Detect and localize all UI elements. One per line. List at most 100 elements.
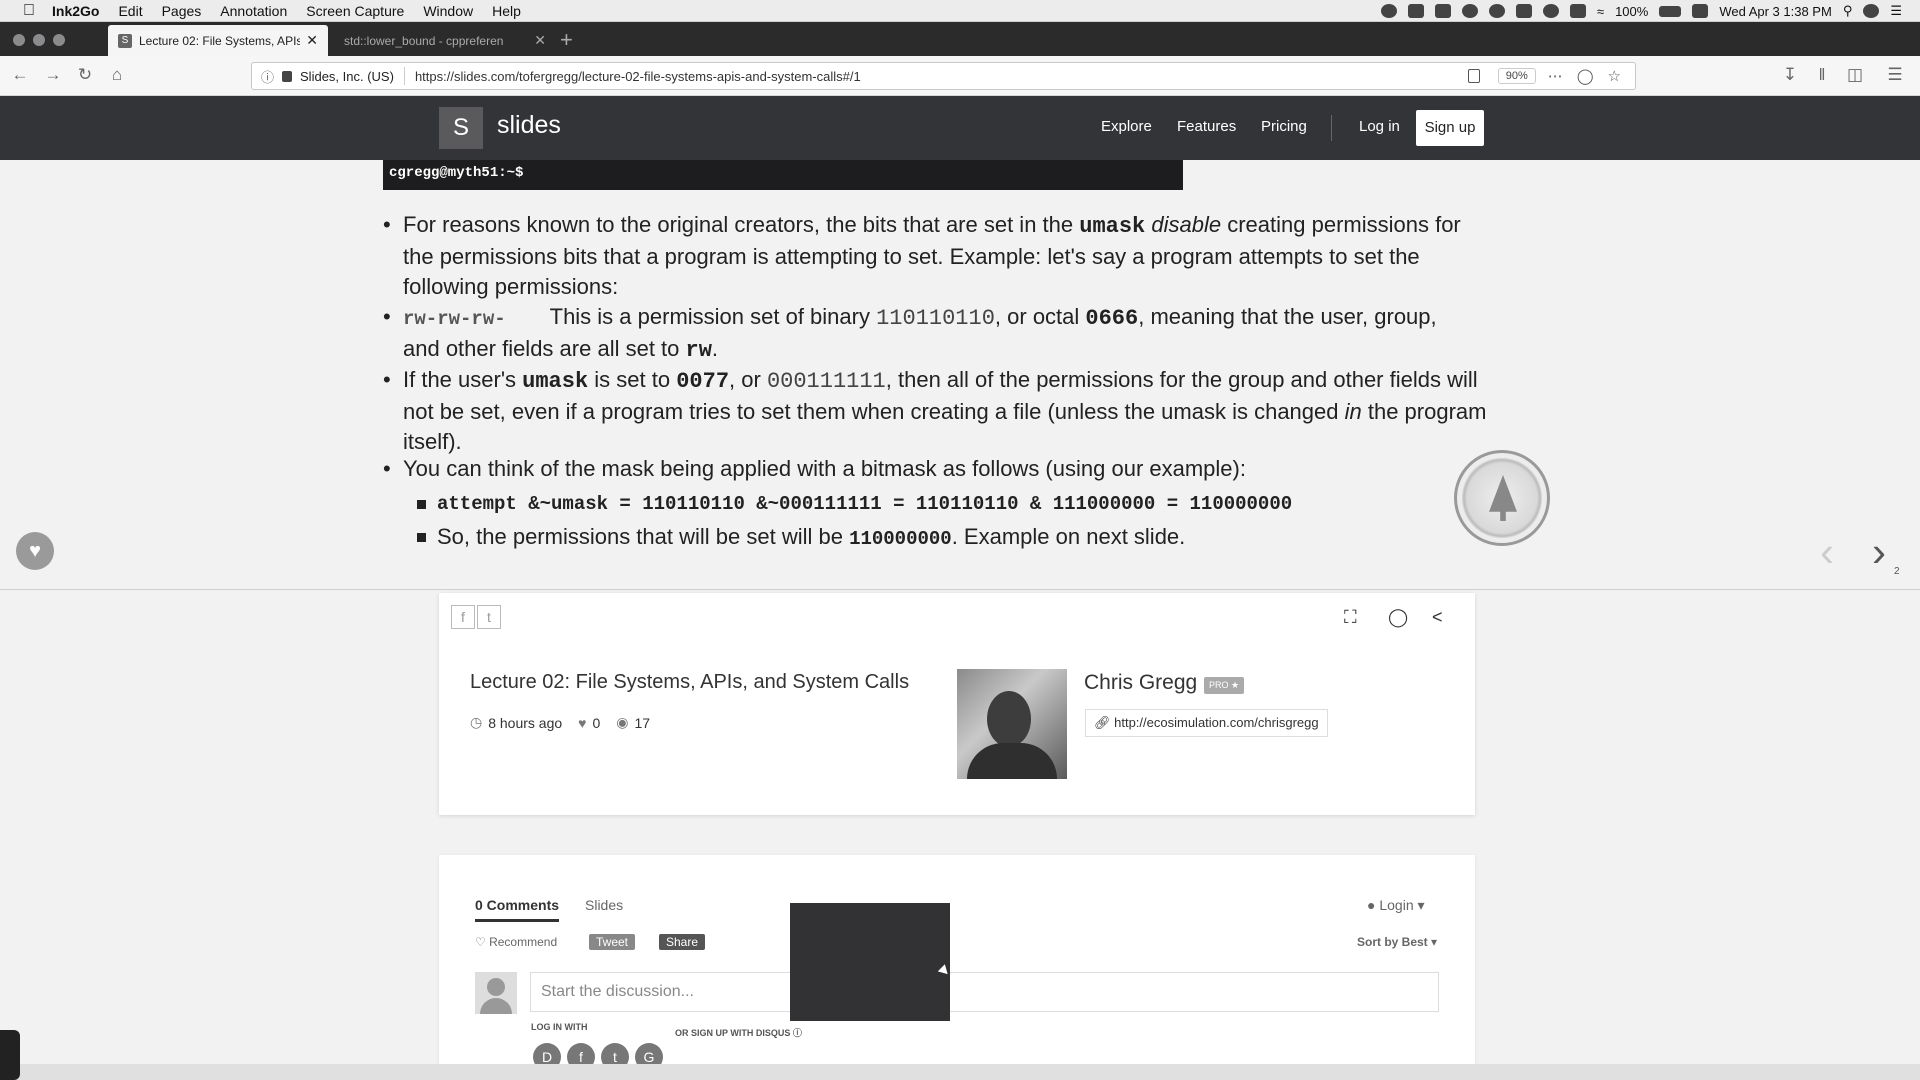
signup-button[interactable]: Sign up: [1416, 110, 1484, 146]
browser-tabbar: S Lecture 02: File Systems, APIs, ✕ std:…: [0, 22, 1920, 56]
status-dot-icon[interactable]: [1542, 4, 1559, 18]
cloud-icon[interactable]: [1461, 4, 1478, 18]
airplay-icon[interactable]: [1569, 4, 1586, 18]
library-icon[interactable]: ‖: [1811, 64, 1833, 86]
comments-panel: 0 Comments Slides ● Login ▾ ♡ Recommend …: [439, 855, 1475, 1080]
stanford-seal-logo: [1454, 450, 1550, 546]
tab-comments[interactable]: 0 Comments: [475, 897, 560, 922]
menu-annotation[interactable]: Annotation: [220, 3, 287, 19]
sort-dropdown[interactable]: Sort by Best ▾: [1357, 935, 1437, 949]
sync-icon[interactable]: [1488, 4, 1505, 18]
menu-app-name[interactable]: Ink2Go: [52, 3, 99, 19]
close-window-icon[interactable]: [13, 34, 25, 46]
clock[interactable]: Wed Apr 3 1:38 PM: [1719, 4, 1832, 19]
fullscreen-icon[interactable]: ⛶: [1344, 607, 1357, 628]
downloads-icon[interactable]: ↧: [1779, 64, 1801, 86]
app-tray-icon[interactable]: [1434, 4, 1451, 18]
twitter-icon[interactable]: t: [477, 605, 501, 629]
sidebar-icon[interactable]: ◫: [1844, 64, 1866, 86]
forward-icon[interactable]: →: [42, 64, 64, 86]
wifi-icon[interactable]: ≈: [1597, 4, 1604, 19]
info-icon[interactable]: ⓘ: [261, 67, 274, 86]
deck-title[interactable]: Lecture 02: File Systems, APIs, and Syst…: [470, 671, 909, 694]
bookmark-star-icon[interactable]: ☆: [1608, 67, 1621, 85]
menu-hamburger-icon[interactable]: ☰: [1884, 64, 1906, 86]
menu-screen-capture[interactable]: Screen Capture: [306, 3, 404, 19]
pro-badge: PRO ★: [1204, 677, 1245, 694]
nav-explore[interactable]: Explore: [1101, 118, 1152, 135]
apple-icon[interactable]: : [20, 2, 38, 20]
bullet-dot: •: [383, 212, 391, 237]
menu-pages[interactable]: Pages: [162, 3, 202, 19]
siri-icon[interactable]: [1863, 4, 1880, 18]
more-actions-icon[interactable]: ⋯: [1548, 67, 1563, 85]
help-icon[interactable]: ⓘ: [790, 1028, 802, 1038]
spotlight-icon[interactable]: ⚲: [1843, 3, 1853, 19]
share-icon[interactable]: <: [1432, 607, 1443, 628]
close-tab-icon[interactable]: ✕: [306, 32, 318, 49]
author-name[interactable]: Chris Gregg: [1084, 671, 1197, 695]
seal-tree: [1489, 475, 1517, 521]
minimize-window-icon[interactable]: [33, 34, 45, 46]
share-button[interactable]: Share: [659, 934, 706, 950]
tab-slides[interactable]: Slides: [585, 897, 623, 913]
recommend-button[interactable]: ♡ Recommend: [475, 935, 557, 949]
reload-icon[interactable]: ↻: [74, 64, 96, 86]
slide-viewport: cgregg@myth51:~$ • For reasons known to …: [0, 160, 1920, 590]
bullet-bitmask: • You can think of the mask being applie…: [383, 454, 1503, 484]
notification-icon[interactable]: [1692, 4, 1709, 18]
dropbox-icon[interactable]: [1407, 4, 1424, 18]
record-icon[interactable]: [1380, 4, 1397, 18]
comment-icon[interactable]: ◯: [1388, 607, 1408, 628]
author-link[interactable]: 🔗︎ http://ecosimulation.com/chrisgregg: [1085, 709, 1328, 737]
new-tab-icon[interactable]: +: [560, 27, 573, 53]
menu-window[interactable]: Window: [423, 3, 473, 19]
tweet-button[interactable]: Tweet: [589, 934, 636, 950]
terminal-snippet: cgregg@myth51:~$: [383, 160, 1183, 190]
clock-icon: ◷: [470, 714, 483, 730]
back-icon[interactable]: ←: [9, 64, 31, 86]
slides-logo-icon[interactable]: S: [439, 107, 483, 149]
menu-help[interactable]: Help: [492, 3, 521, 19]
tray-app-icon[interactable]: [1515, 4, 1532, 18]
heart-icon[interactable]: ♥: [578, 715, 586, 731]
slides-logo-text[interactable]: slides: [497, 111, 561, 140]
user-circle-icon: ●: [1367, 897, 1380, 913]
tab-lecture[interactable]: S Lecture 02: File Systems, APIs, ✕: [108, 25, 328, 56]
avatar-body: [967, 743, 1057, 779]
overlay-popup[interactable]: [790, 903, 950, 1021]
zoom-level[interactable]: 90%: [1497, 68, 1536, 84]
home-icon[interactable]: ⌂: [106, 64, 128, 86]
deck-time: 8 hours ago: [488, 714, 563, 731]
facebook-icon[interactable]: f: [451, 605, 475, 629]
reader-view-icon[interactable]: [1467, 69, 1480, 83]
like-heart-icon[interactable]: ♥: [16, 532, 54, 570]
pocket-icon[interactable]: ◯: [1577, 67, 1594, 85]
bottom-strip: [0, 1064, 1920, 1080]
bullet-dot: •: [383, 367, 391, 392]
nav-divider: [1331, 115, 1332, 141]
menu-edit[interactable]: Edit: [118, 3, 142, 19]
address-bar[interactable]: ⓘ Slides, Inc. (US) https://slides.com/t…: [251, 62, 1636, 90]
deck-info-card: f t ⛶ ◯ < Lecture 02: File Systems, APIs…: [439, 593, 1475, 815]
url-text[interactable]: https://slides.com/tofergregg/lecture-02…: [415, 69, 1468, 84]
chevron-down-icon: ▾: [1413, 897, 1425, 913]
battery-icon[interactable]: [1659, 5, 1682, 17]
author-avatar[interactable]: [957, 669, 1067, 779]
next-slide-icon[interactable]: ›: [1872, 528, 1886, 576]
dock-edge[interactable]: [0, 1030, 20, 1080]
nav-features[interactable]: Features: [1177, 118, 1236, 135]
discussion-input[interactable]: Start the discussion...: [530, 972, 1439, 1012]
close-tab-icon[interactable]: ✕: [534, 32, 546, 49]
disqus-login[interactable]: ● Login ▾: [1367, 897, 1425, 914]
login-with-label: LOG IN WITH: [531, 1022, 588, 1032]
login-link[interactable]: Log in: [1359, 118, 1400, 135]
prev-slide-icon[interactable]: ‹: [1820, 528, 1834, 576]
site-identity[interactable]: Slides, Inc. (US): [300, 69, 394, 84]
bullet-rw-permissions: • rw-rw-rw- This is a permission set of b…: [383, 304, 1437, 363]
avatar-shoulders: [480, 998, 512, 1014]
zoom-window-icon[interactable]: [53, 34, 65, 46]
tab-cppreference[interactable]: std::lower_bound - cppreferen ✕: [334, 25, 556, 56]
nav-pricing[interactable]: Pricing: [1261, 118, 1307, 135]
notification-center-icon[interactable]: ☰: [1890, 3, 1902, 19]
